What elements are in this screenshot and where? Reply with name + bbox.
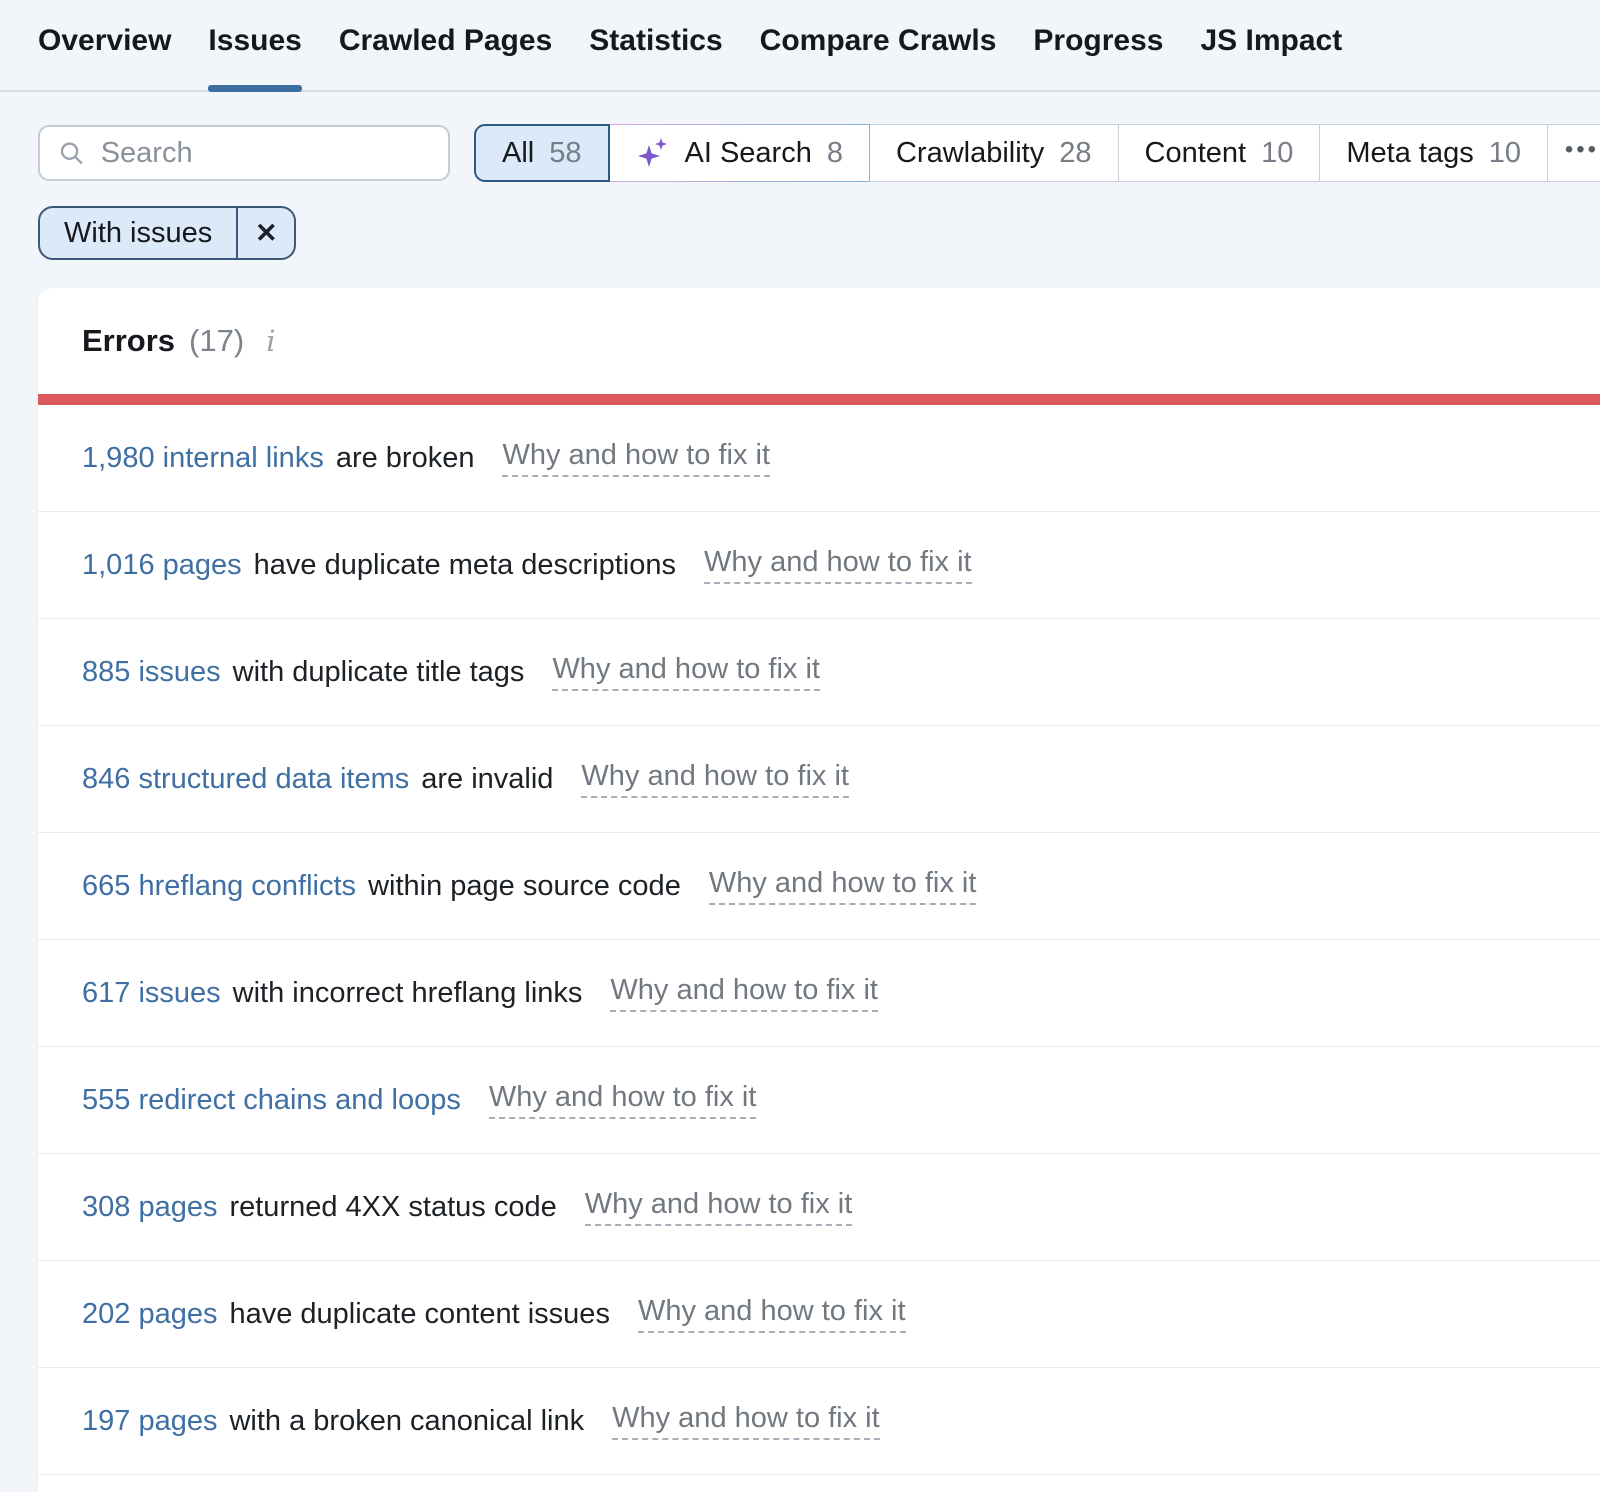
issue-help-link[interactable]: Why and how to fix it bbox=[709, 867, 977, 905]
issue-text: have duplicate content issues bbox=[229, 1298, 609, 1331]
issue-text: are invalid bbox=[421, 763, 553, 796]
info-icon[interactable]: i bbox=[266, 324, 275, 358]
chip-all[interactable]: All 58 bbox=[474, 124, 610, 182]
issue-help-link[interactable]: Why and how to fix it bbox=[610, 974, 878, 1012]
issue-row-duplicate-meta-descriptions: 1,016 pages have duplicate meta descript… bbox=[38, 512, 1600, 619]
issue-text: with incorrect hreflang links bbox=[233, 977, 583, 1010]
chip-ai-search[interactable]: AI Search 8 bbox=[609, 124, 870, 182]
issue-help-link[interactable]: Why and how to fix it bbox=[638, 1295, 906, 1333]
issue-link[interactable]: 1,016 pages bbox=[82, 549, 242, 582]
tab-compare-crawls[interactable]: Compare Crawls bbox=[760, 24, 997, 90]
chip-crawlability[interactable]: Crawlability 28 bbox=[869, 124, 1119, 182]
issue-link[interactable]: 197 pages bbox=[82, 1405, 217, 1438]
issue-row-incorrect-hreflang-links: 617 issues with incorrect hreflang links… bbox=[38, 940, 1600, 1047]
issue-help-link[interactable]: Why and how to fix it bbox=[612, 1402, 880, 1440]
chip-ai-search-count: 8 bbox=[827, 137, 843, 170]
remove-filter-button[interactable]: ✕ bbox=[236, 208, 294, 258]
issue-link[interactable]: 846 structured data items bbox=[82, 763, 409, 796]
issue-help-link[interactable]: Why and how to fix it bbox=[552, 653, 820, 691]
issue-text: have duplicate meta descriptions bbox=[254, 549, 676, 582]
filter-row: All 58 AI Search 8 Crawlability 28 Conte… bbox=[38, 124, 1562, 182]
issue-row-broken-internal-links: 1,980 internal links are broken Why and … bbox=[38, 405, 1600, 512]
issue-link[interactable]: 308 pages bbox=[82, 1191, 217, 1224]
chip-crawlability-label: Crawlability bbox=[896, 137, 1044, 170]
top-nav: Overview Issues Crawled Pages Statistics… bbox=[0, 0, 1600, 92]
chip-all-label: All bbox=[502, 137, 534, 170]
issue-link[interactable]: 665 hreflang conflicts bbox=[82, 870, 356, 903]
issue-text: with a broken canonical link bbox=[229, 1405, 584, 1438]
issue-row-duplicate-content: 202 pages have duplicate content issues … bbox=[38, 1261, 1600, 1368]
issue-row-invalid-structured-data: 846 structured data items are invalid Wh… bbox=[38, 726, 1600, 833]
search-icon bbox=[58, 138, 85, 168]
ellipsis-icon: ••• bbox=[1565, 136, 1599, 164]
tab-statistics[interactable]: Statistics bbox=[589, 24, 722, 90]
chip-crawlability-count: 28 bbox=[1059, 137, 1091, 170]
issue-text: are broken bbox=[336, 442, 475, 475]
chip-content[interactable]: Content 10 bbox=[1118, 124, 1321, 182]
chip-content-label: Content bbox=[1145, 137, 1247, 170]
issue-row-4xx-status-code: 308 pages returned 4XX status code Why a… bbox=[38, 1154, 1600, 1261]
search-box[interactable] bbox=[38, 125, 450, 181]
chip-meta-tags-label: Meta tags bbox=[1346, 137, 1473, 170]
issue-help-link[interactable]: Why and how to fix it bbox=[704, 546, 972, 584]
issue-help-link[interactable]: Why and how to fix it bbox=[489, 1081, 757, 1119]
errors-header: Errors (17) i bbox=[38, 288, 1600, 394]
issue-link[interactable]: 617 issues bbox=[82, 977, 221, 1010]
sparkles-icon bbox=[636, 136, 670, 170]
errors-title: Errors bbox=[82, 323, 175, 359]
errors-card: Errors (17) i 1,980 internal links are b… bbox=[38, 288, 1600, 1492]
issue-link[interactable]: 885 issues bbox=[82, 656, 221, 689]
issue-row-hreflang-conflicts: 665 hreflang conflicts within page sourc… bbox=[38, 833, 1600, 940]
issue-text: returned 4XX status code bbox=[229, 1191, 556, 1224]
more-categories-button[interactable]: ••• bbox=[1547, 124, 1600, 182]
issue-row-broken-canonical-link: 197 pages with a broken canonical link W… bbox=[38, 1368, 1600, 1475]
tab-issues[interactable]: Issues bbox=[208, 24, 301, 90]
chip-ai-search-label: AI Search bbox=[685, 137, 812, 170]
applied-filter-label: With issues bbox=[40, 208, 236, 258]
tab-progress[interactable]: Progress bbox=[1033, 24, 1163, 90]
chip-meta-tags[interactable]: Meta tags 10 bbox=[1319, 124, 1548, 182]
issue-text: within page source code bbox=[368, 870, 681, 903]
tab-overview[interactable]: Overview bbox=[38, 24, 171, 90]
issue-link[interactable]: 202 pages bbox=[82, 1298, 217, 1331]
issue-help-link[interactable]: Why and how to fix it bbox=[585, 1188, 853, 1226]
issue-help-link[interactable]: Why and how to fix it bbox=[581, 760, 849, 798]
chip-all-count: 58 bbox=[549, 137, 581, 170]
issue-link[interactable]: 555 redirect chains and loops bbox=[82, 1084, 461, 1117]
issue-row-redirect-chains-loops: 555 redirect chains and loops Why and ho… bbox=[38, 1047, 1600, 1154]
chip-meta-tags-count: 10 bbox=[1489, 137, 1521, 170]
errors-count: (17) bbox=[189, 323, 244, 359]
chip-content-count: 10 bbox=[1261, 137, 1293, 170]
errors-accent-bar bbox=[38, 394, 1600, 405]
issue-text: with duplicate title tags bbox=[233, 656, 525, 689]
issue-help-link[interactable]: Why and how to fix it bbox=[502, 439, 770, 477]
issue-row-duplicate-title-tags: 885 issues with duplicate title tags Why… bbox=[38, 619, 1600, 726]
issue-category-chips: All 58 AI Search 8 Crawlability 28 Conte… bbox=[474, 124, 1600, 182]
search-input[interactable] bbox=[99, 136, 430, 171]
tab-js-impact[interactable]: JS Impact bbox=[1200, 24, 1342, 90]
close-icon: ✕ bbox=[255, 218, 278, 249]
tab-crawled-pages[interactable]: Crawled Pages bbox=[339, 24, 552, 90]
applied-filter-with-issues: With issues ✕ bbox=[38, 206, 296, 260]
issue-link[interactable]: 1,980 internal links bbox=[82, 442, 324, 475]
